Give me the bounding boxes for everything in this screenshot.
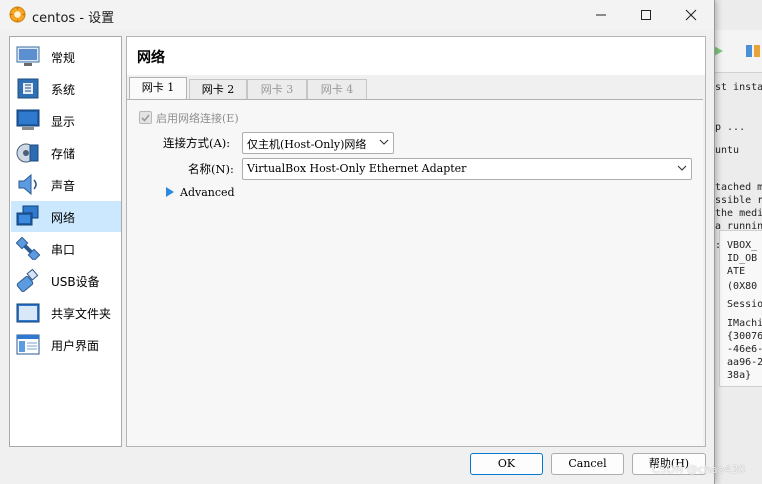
window-title: centos - 设置 [32,11,115,26]
sidebar-item-label: 常规 [51,51,76,65]
ok-button[interactable]: OK [470,453,543,475]
content-header: 网络 [127,37,705,75]
tab-adapter-3[interactable]: 网卡 3 [247,79,307,100]
tab-adapter-1[interactable]: 网卡 1 [129,77,187,100]
close-icon [685,9,697,21]
close-button[interactable] [668,0,714,30]
sidebar-item-label: 共享文件夹 [51,307,112,321]
audio-icon [18,173,37,196]
chevron-down-icon [379,139,389,145]
general-icon [16,46,40,66]
sidebar-item-serial-port[interactable]: 串口 [11,233,121,264]
sidebar-item-label: 网络 [51,211,76,225]
background-log-line: st insta [715,82,762,93]
sidebar-item-usb[interactable]: USB设备 [11,265,121,296]
adapter-name-select[interactable]: VirtualBox Host-Only Ethernet Adapter [242,158,692,180]
adapter-1-pane: 启用网络连接(E) 连接方式(A): 仅主机(Host-Only)网络 名称(N… [127,99,703,446]
sidebar-item-label: 串口 [51,243,76,257]
background-log-line: ssible re [715,195,762,206]
background-log-line: the media [715,208,762,219]
name-label: 名称(N): [188,162,234,176]
background-log-line: tached m [715,182,762,193]
cancel-button[interactable]: Cancel [551,453,624,475]
chevron-down-icon [677,165,687,171]
shared-folder-icon [16,303,40,323]
tab-adapter-4[interactable]: 网卡 4 [307,79,367,100]
sidebar-item-network[interactable]: 网络 [11,201,121,232]
sidebar-item-label: 用户界面 [51,339,100,353]
background-log-line: p ... [715,122,746,133]
usb-icon [16,269,39,292]
virtualbox-app-icon [9,6,26,23]
sidebar-item-audio[interactable]: 声音 [11,169,121,200]
sidebar-item-shared-folders[interactable]: 共享文件夹 [11,297,121,328]
sidebar-item-storage[interactable]: 存储 [11,137,121,168]
checkmark-icon [141,114,150,122]
sidebar-item-user-interface[interactable]: 用户界面 [11,329,121,360]
settings-dialog: centos - 设置 常规 系统 显示 存储 声音 网络 串口 USB设备 共… [0,0,715,484]
attached-to-label: 连接方式(A): [163,136,231,150]
background-log-line: (0X80 [715,281,758,292]
expand-arrow-icon [166,187,174,197]
maximize-button[interactable] [623,0,669,30]
sidebar-item-system[interactable]: 系统 [11,73,121,104]
background-log-line: aa96-2 [715,357,762,368]
background-log-line: -46e6- [715,344,762,355]
details-icon [746,45,760,57]
adapter-name-value: VirtualBox Host-Only Ethernet Adapter [247,162,467,175]
settings-sidebar: 常规 系统 显示 存储 声音 网络 串口 USB设备 共享文件夹 用户界面 [9,36,122,447]
watermark: CSDN @chao430 [652,463,746,476]
background-log-line: ATE [715,266,746,277]
sidebar-item-label: USB设备 [51,275,100,289]
maximize-icon [641,10,651,20]
advanced-label: Advanced [180,186,235,199]
background-log-line: ID_OB [715,253,758,264]
title-bar[interactable]: centos - 设置 [0,0,714,30]
background-log-line: 38a} [715,370,752,381]
page-title: 网络 [137,50,165,66]
network-settings-panel: 网络 网卡 1 网卡 2 网卡 3 网卡 4 启用网络连接(E) 连接方式(A)… [126,36,706,447]
sidebar-item-display[interactable]: 显示 [11,105,121,136]
serial-port-icon [16,237,40,260]
attached-to-value: 仅主机(Host-Only)网络 [247,138,367,151]
storage-icon [16,143,39,163]
background-log-line: {30076 [715,331,762,342]
background-log-line: : VBOX_ [715,240,758,251]
sidebar-item-label: 存储 [51,147,76,161]
background-log-line: IMachi [715,318,762,329]
system-icon [17,78,39,99]
enable-adapter-checkbox[interactable] [139,111,152,124]
sidebar-item-general[interactable]: 常规 [11,41,121,72]
minimize-icon [596,14,606,16]
background-log-line: Sessio [715,299,762,310]
background-log-line: untu [715,145,740,156]
minimize-button[interactable] [578,0,624,30]
sidebar-item-label: 显示 [51,115,76,129]
enable-adapter-label: 启用网络连接(E) [156,112,239,125]
user-interface-icon [16,334,40,355]
attached-to-select[interactable]: 仅主机(Host-Only)网络 [242,132,394,154]
network-icon [16,205,39,226]
sidebar-item-label: 声音 [51,179,76,193]
display-icon [16,109,40,130]
tab-adapter-2[interactable]: 网卡 2 [189,79,247,100]
sidebar-item-label: 系统 [51,83,76,97]
